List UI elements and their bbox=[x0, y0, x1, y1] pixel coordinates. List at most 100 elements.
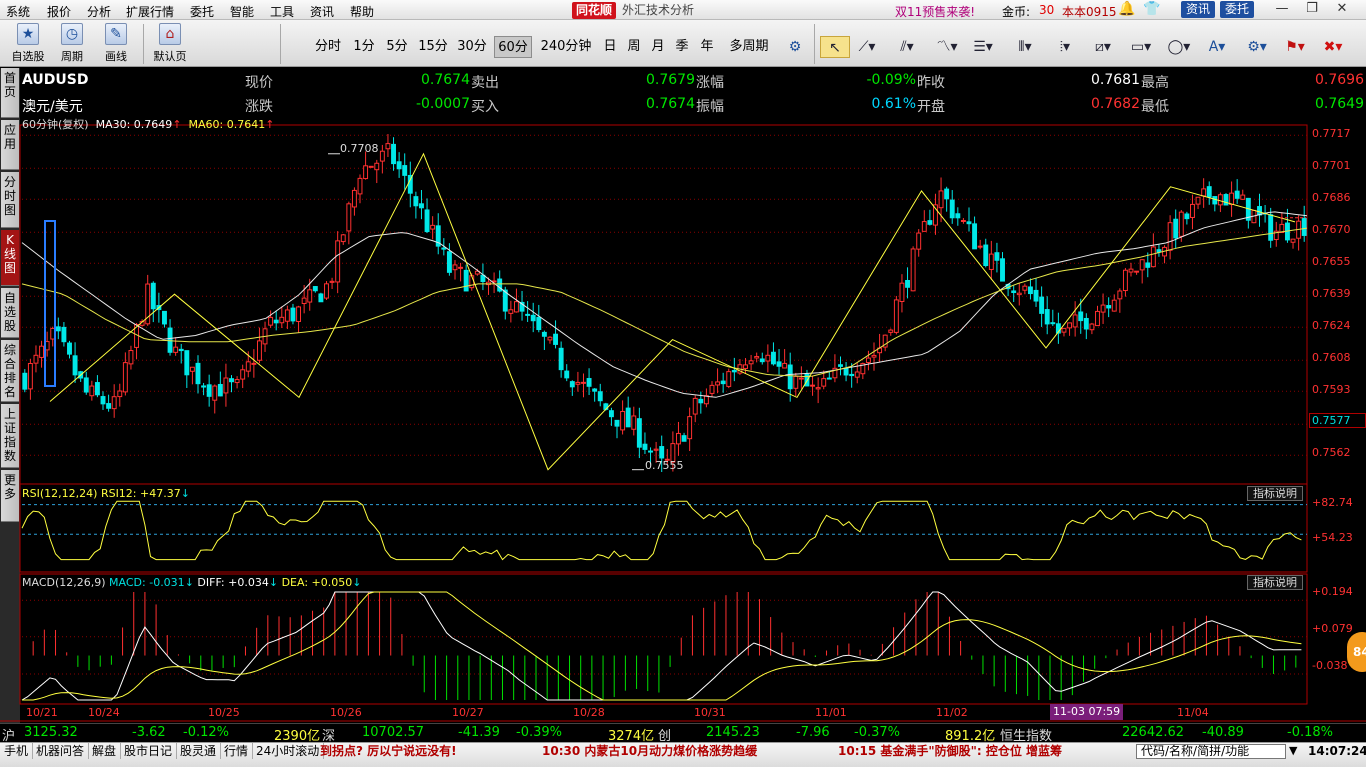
candle-body bbox=[111, 396, 117, 410]
macd-indicator-help-button[interactable]: 指标说明 bbox=[1247, 575, 1303, 590]
candle-body bbox=[296, 306, 302, 322]
candle-body bbox=[960, 219, 966, 222]
cy-value: 2145.23 bbox=[706, 725, 760, 740]
candle-body bbox=[290, 307, 296, 322]
rsi-indicator-help-button[interactable]: 指标说明 bbox=[1247, 486, 1303, 501]
candle-body bbox=[1190, 203, 1195, 218]
candle-body bbox=[770, 351, 776, 365]
date-tick: 10/28 bbox=[573, 706, 605, 719]
candle-body bbox=[234, 379, 240, 384]
candle-body bbox=[379, 150, 385, 162]
candle-body bbox=[256, 340, 262, 361]
candle-body bbox=[636, 418, 642, 448]
candle-body bbox=[759, 358, 765, 363]
candle-body bbox=[782, 362, 788, 369]
candle-body bbox=[89, 385, 95, 397]
down-arrow-icon: ↓ bbox=[180, 487, 190, 500]
price-tick: 0.7717 bbox=[1312, 127, 1351, 140]
candle-body bbox=[1195, 196, 1201, 205]
candle-body bbox=[525, 313, 531, 316]
candle-body bbox=[715, 381, 721, 386]
candle-body bbox=[508, 309, 514, 314]
candle-body bbox=[1206, 186, 1212, 198]
status-tab-robot-qa[interactable]: 机器问答 bbox=[32, 743, 90, 759]
candle-body bbox=[167, 327, 173, 353]
candle-body bbox=[910, 248, 916, 292]
candle-body bbox=[1039, 296, 1045, 314]
candle-body bbox=[592, 388, 598, 392]
candle-body bbox=[67, 342, 72, 355]
rsi-line bbox=[21, 500, 1302, 561]
candle-body bbox=[1212, 196, 1218, 205]
candle-body bbox=[240, 369, 246, 380]
candle-body bbox=[731, 370, 737, 373]
status-tab-24h[interactable]: 24小时滚动 bbox=[252, 743, 325, 759]
candle-body bbox=[441, 247, 447, 250]
candle-body bbox=[1128, 268, 1134, 273]
sz-pct: -0.39% bbox=[516, 725, 562, 740]
candle-body bbox=[117, 390, 123, 398]
ma-legend: 60分钟(复权) MA30: 0.7649↑ MA60: 0.7641↑ bbox=[22, 116, 274, 132]
candle-body bbox=[223, 377, 229, 394]
candle-body bbox=[865, 357, 871, 363]
macd-params: MACD(12,26,9) bbox=[22, 576, 106, 589]
sh-value: 3125.32 bbox=[24, 725, 78, 740]
floating-badge[interactable]: 84 bbox=[1347, 632, 1366, 672]
candle-body bbox=[1078, 311, 1084, 322]
date-tick: 11/04 bbox=[1177, 706, 1209, 719]
status-tab-mobile[interactable]: 手机 bbox=[0, 743, 34, 759]
candle-body bbox=[709, 384, 715, 394]
candle-body bbox=[1145, 262, 1151, 268]
candle-body bbox=[419, 203, 424, 209]
price-tick: 0.7608 bbox=[1312, 351, 1351, 364]
candle-body bbox=[826, 377, 832, 380]
status-tab-stock-genie[interactable]: 股灵通 bbox=[176, 743, 222, 759]
candle-body bbox=[748, 360, 754, 365]
candle-body bbox=[843, 367, 849, 376]
selection-box bbox=[44, 220, 56, 387]
candle-body bbox=[687, 416, 693, 440]
status-tab-market[interactable]: 行情 bbox=[220, 743, 254, 759]
candle-body bbox=[676, 432, 681, 445]
candle-body bbox=[150, 282, 156, 310]
price-tick: 0.7655 bbox=[1312, 255, 1351, 268]
candle-body bbox=[871, 354, 877, 358]
candle-body bbox=[1122, 269, 1128, 292]
candle-body bbox=[1167, 222, 1173, 251]
price-tick: 0.7593 bbox=[1312, 383, 1351, 396]
candle-body bbox=[921, 221, 927, 232]
candle-body bbox=[815, 387, 821, 390]
candle-body bbox=[312, 286, 318, 292]
ma30-value: MA30: 0.7649 bbox=[95, 118, 173, 131]
candle-body bbox=[245, 361, 251, 372]
candle-body bbox=[413, 196, 419, 207]
candle-body bbox=[1178, 211, 1184, 237]
status-tab-diary[interactable]: 股市日记 bbox=[120, 743, 178, 759]
dropdown-arrow-icon[interactable]: ▼ bbox=[1289, 744, 1297, 757]
price-tick: 0.7701 bbox=[1312, 159, 1351, 172]
search-input[interactable]: 代码/名称/简拼/功能 bbox=[1136, 744, 1286, 759]
hs-value: 22642.62 bbox=[1122, 725, 1185, 740]
candle-body bbox=[810, 384, 816, 387]
hs-pct: -0.18% bbox=[1287, 725, 1333, 740]
candle-body bbox=[318, 293, 324, 303]
sz-change: -41.39 bbox=[458, 725, 500, 740]
candle-body bbox=[301, 297, 307, 304]
candle-body bbox=[849, 373, 855, 377]
candle-body bbox=[61, 326, 67, 343]
down-arrow-icon: ↓ bbox=[268, 576, 279, 589]
candle-body bbox=[55, 326, 61, 332]
news-headline-3[interactable]: 10:15 基金满手"防御股": 控仓位 增蓝筹 bbox=[838, 743, 1062, 759]
candle-body bbox=[424, 209, 430, 233]
news-headline-1[interactable]: 到拐点? 厉以宁说远没有! bbox=[320, 743, 457, 759]
candle-body bbox=[1050, 322, 1056, 325]
dea-value: DEA: +0.050 bbox=[281, 576, 353, 589]
candle-body bbox=[279, 316, 285, 324]
news-headline-2[interactable]: 10:30 内蒙古10月动力煤价格涨势趋缓 bbox=[542, 743, 757, 759]
status-tab-analysis[interactable]: 解盘 bbox=[88, 743, 122, 759]
candle-body bbox=[391, 143, 396, 165]
candle-body bbox=[1134, 270, 1140, 273]
date-tick: 11/01 bbox=[815, 706, 847, 719]
candle-body bbox=[949, 199, 955, 219]
candle-body bbox=[27, 363, 33, 390]
